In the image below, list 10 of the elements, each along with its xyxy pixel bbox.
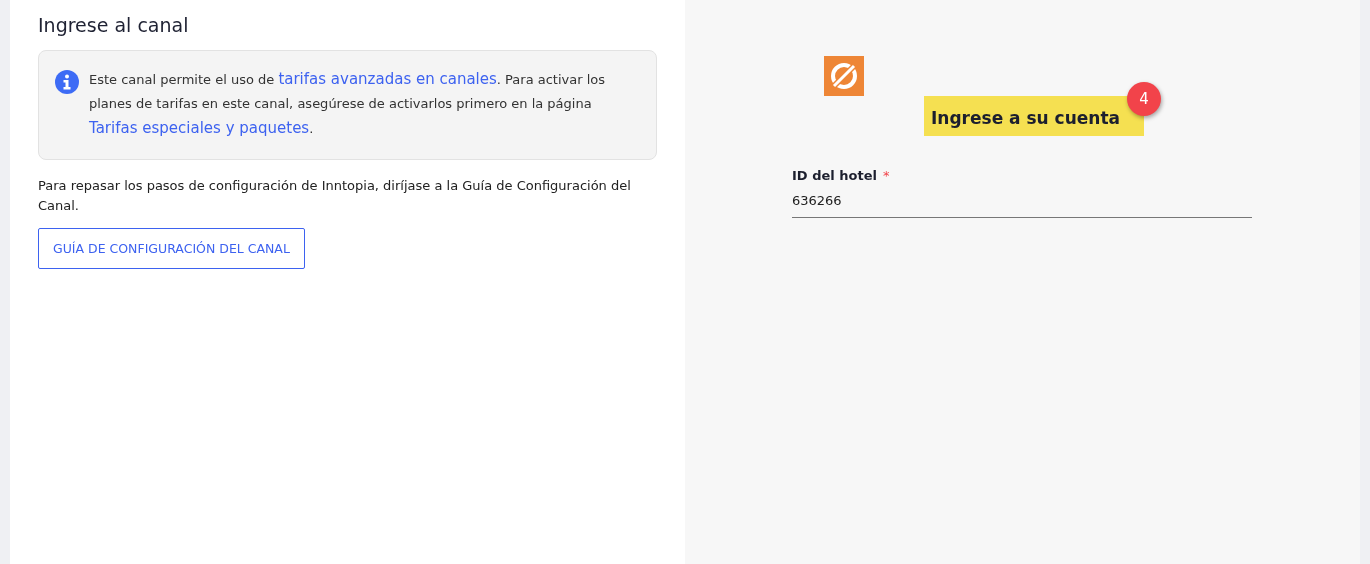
- logo-icon: [824, 56, 864, 96]
- field-label: ID del hotel: [792, 168, 877, 183]
- hotel-id-field[interactable]: 636266: [792, 183, 1252, 218]
- info-message: Este canal permite el uso de tarifas avanzadas en canales. Para activar los planes de tarifas en este canal, asegúrese de activarlos primero en la página Tarifas especiales y paquetes.: [89, 69, 607, 139]
- guide-button[interactable]: GUÍA DE CONFIGURACIÓN DEL CANAL: [38, 228, 305, 269]
- guide-text: Para repasar los pasos de configuración de Inntopia, diríjase a la Guía de Configuración del Canal.: [38, 177, 632, 215]
- required-mark: *: [882, 168, 890, 183]
- info-icon: [55, 70, 79, 94]
- section-title: Ingrese al canal: [38, 14, 190, 36]
- info-link[interactable]: tarifas avanzadas en canales: [278, 70, 497, 88]
